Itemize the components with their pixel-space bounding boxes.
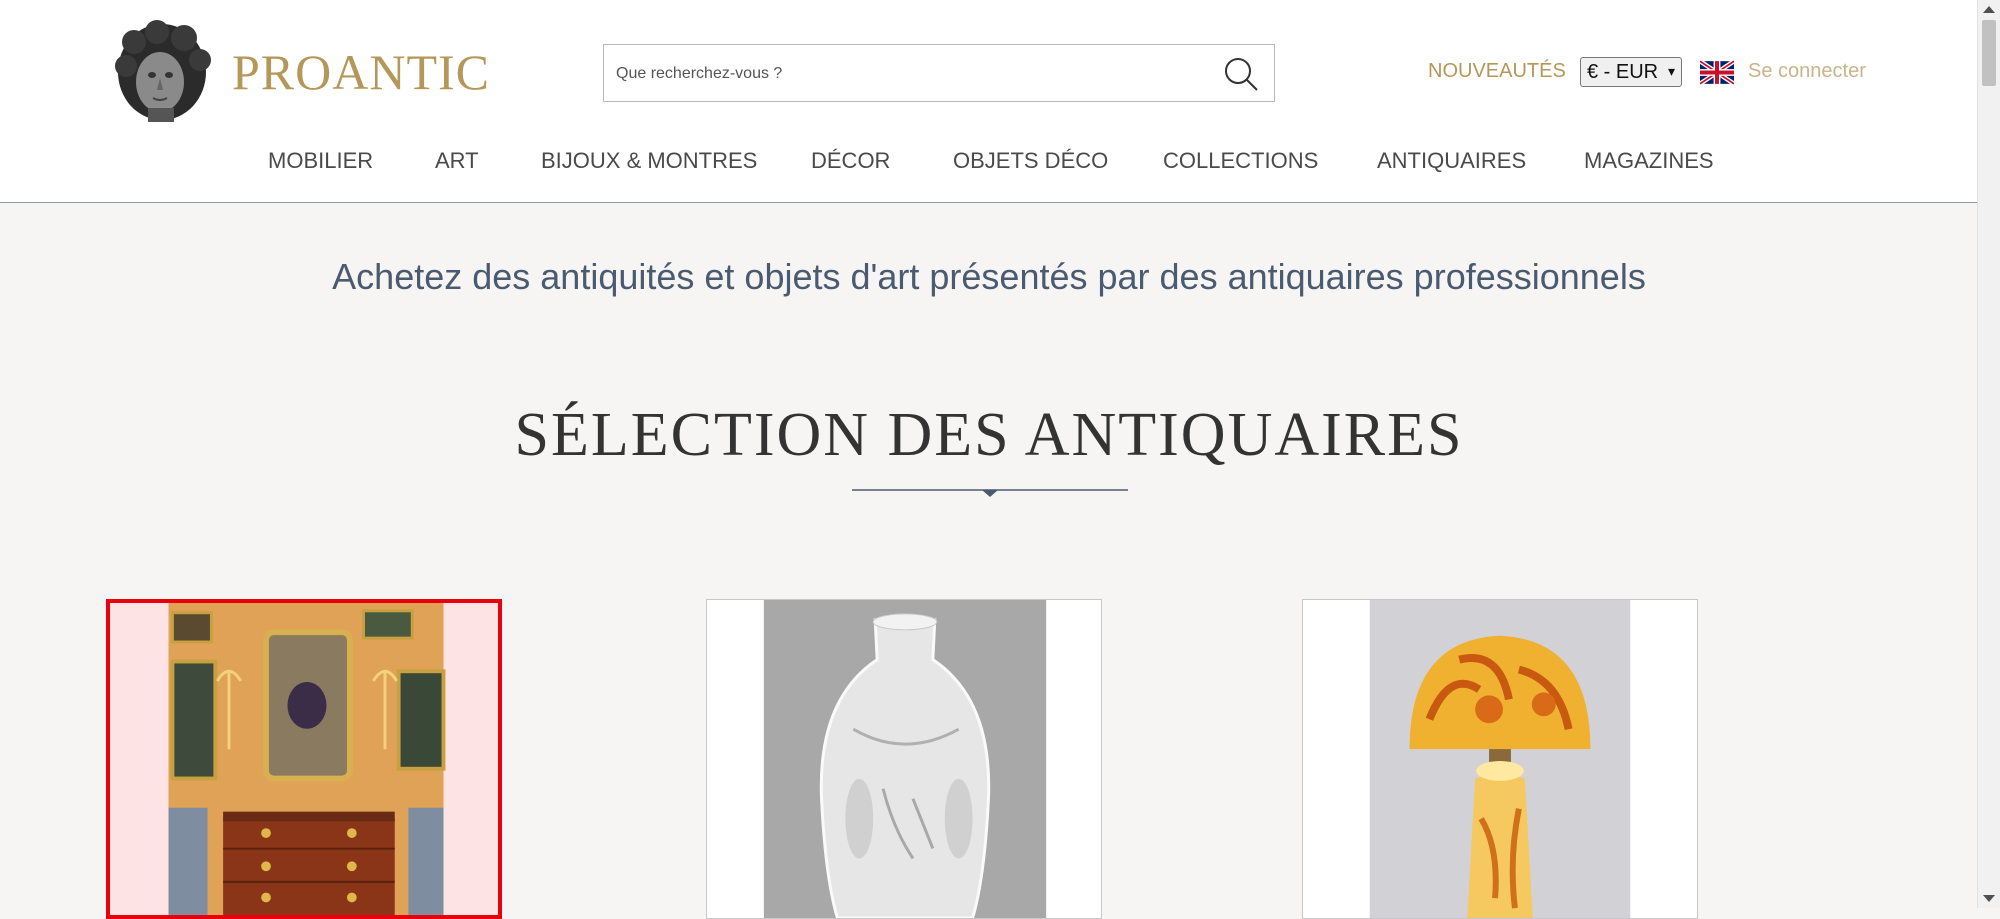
- chevron-down-icon: ▾: [1667, 63, 1675, 79]
- scrollbar-thumb[interactable]: [1982, 20, 1996, 86]
- nouveautes-link[interactable]: NOUVEAUTÉS: [1428, 60, 1566, 83]
- nav-item-bijoux-montres[interactable]: BIJOUX & MONTRES: [541, 148, 757, 174]
- nav-item-magazines[interactable]: MAGAZINES: [1584, 148, 1714, 174]
- nav-item-objets-deco[interactable]: OBJETS DÉCO: [953, 148, 1108, 174]
- scroll-down-arrow-icon[interactable]: [1983, 895, 1995, 902]
- nav-item-mobilier[interactable]: MOBILIER: [268, 148, 373, 174]
- scroll-up-arrow-icon[interactable]: [1983, 6, 1995, 13]
- site-header: PROANTIC NOUVEAUTÉS € - EUR ▾ Se connect…: [0, 0, 1978, 203]
- product-card-2[interactable]: [706, 599, 1102, 919]
- site-logo[interactable]: PROANTIC: [112, 20, 490, 124]
- antique-salon-commode-image: [168, 603, 446, 915]
- logo-head-icon: [115, 20, 211, 122]
- brand-name: PROANTIC: [232, 44, 491, 100]
- product-card-3[interactable]: [1302, 599, 1698, 919]
- main-nav: MOBILIER ART BIJOUX & MONTRES DÉCOR OBJE…: [0, 148, 1978, 178]
- art-nouveau-lamp-image: [1369, 600, 1631, 918]
- section-title: SÉLECTION DES ANTIQUAIRES: [514, 401, 1464, 469]
- crystal-vase-image: [763, 600, 1047, 918]
- search-input[interactable]: [614, 45, 1208, 103]
- uk-flag-icon[interactable]: [1700, 60, 1734, 85]
- currency-value: € - EUR: [1587, 60, 1659, 83]
- search-bar: [603, 44, 1275, 103]
- page-scrollbar[interactable]: [1977, 0, 2000, 908]
- currency-select[interactable]: € - EUR ▾: [1580, 57, 1682, 87]
- login-link[interactable]: Se connecter: [1748, 60, 1866, 83]
- search-icon[interactable]: [1222, 55, 1260, 93]
- nav-item-collections[interactable]: COLLECTIONS: [1163, 148, 1318, 174]
- nav-item-decor[interactable]: DÉCOR: [811, 148, 890, 174]
- nav-item-art[interactable]: ART: [435, 148, 479, 174]
- page-tagline: Achetez des antiquités et objets d'art p…: [332, 256, 1646, 297]
- nav-item-antiquaires[interactable]: ANTIQUAIRES: [1377, 148, 1526, 174]
- product-card-1[interactable]: [106, 599, 502, 919]
- title-divider: [852, 489, 1128, 497]
